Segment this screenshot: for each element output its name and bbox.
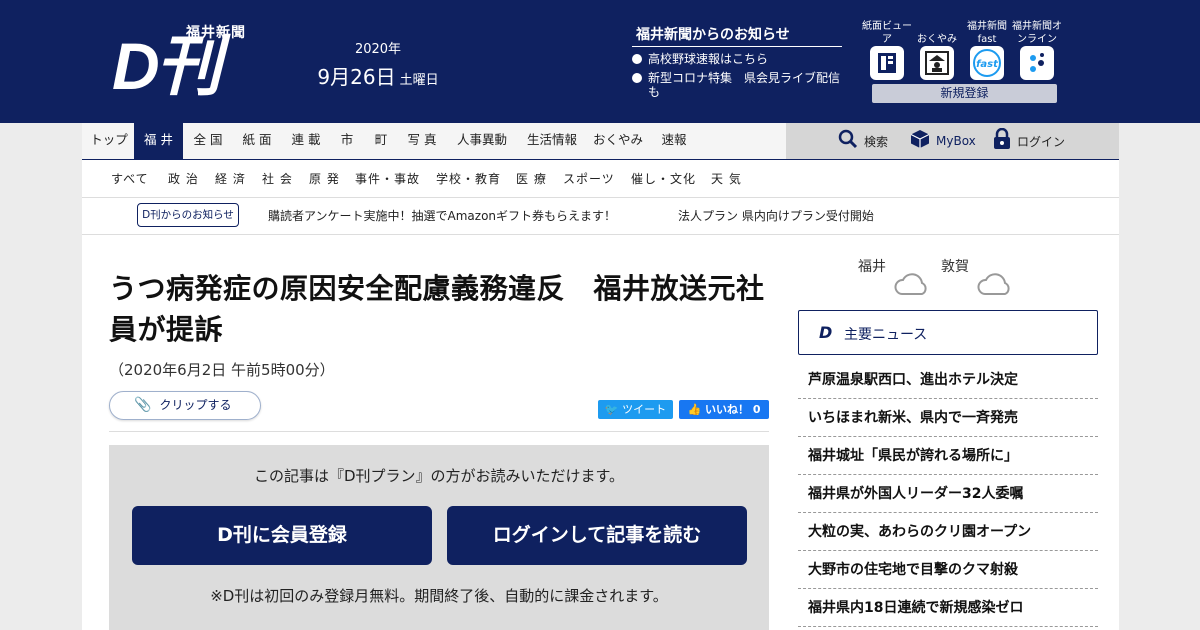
nav-item-obituary[interactable]: おくやみ [592,123,644,159]
news-item[interactable]: 大粒の実、あわらのクリ園オープン [798,513,1098,551]
search-icon [838,129,858,154]
app-fast[interactable]: 福井新聞fast fast [962,20,1012,80]
category-weather[interactable]: 天 気 [711,160,742,198]
nav-item-life[interactable]: 生活情報 [522,123,582,159]
top-news-list: 芦原温泉駅西口、進出ホテル決定 いちほまれ新米、県内で一斉発売 福井城址「県民が… [798,361,1098,627]
article-divider [109,431,769,432]
notice-list: 高校野球速報はこちら 新型コロナ特集 県会見ライブ配信も [632,52,842,99]
site-logo[interactable]: 福井新聞 D刊 [112,22,258,102]
svg-text:fast: fast [976,59,999,70]
mybox-button[interactable]: MyBox [910,123,976,159]
paywall-box: この記事は『D刊プラン』の方がお読みいただけます。 D刊に会員登録 ログインして… [109,445,769,630]
notice-panel: 福井新聞からのお知らせ 高校野球速報はこちら 新型コロナ特集 県会見ライブ配信も [632,24,842,104]
online-app-icon [1020,46,1054,80]
app-newspaper-viewer[interactable]: 紙面ビューア [862,20,912,80]
app-online[interactable]: 福井新聞オンライン [1012,20,1062,80]
newspaper-viewer-icon [870,46,904,80]
login-button[interactable]: ログイン [993,123,1065,159]
thumbs-up-icon: 👍 [687,403,702,416]
login-read-button[interactable]: ログインして記事を読む [447,506,747,565]
main-container: トップ 福 井 全 国 紙 面 連 載 市 町 写 真 人事異動 生活情報 おく… [82,123,1119,630]
nav-item-photo[interactable]: 写 真 [402,123,442,159]
info-bar: D刊からのお知らせ 購読者アンケート実施中！抽選でAmazonギフト券もらえます… [82,198,1119,235]
notice-link[interactable]: 新型コロナ特集 県会見ライブ配信も [632,71,842,99]
nav-item-national[interactable]: 全 国 [188,123,228,159]
paywall-note: ※D刊は初回のみ登録月無料。期間終了後、自動的に課金されます。 [210,587,668,605]
app-label: 紙面ビューア [862,21,912,45]
info-badge[interactable]: D刊からのお知らせ [137,203,239,227]
article-title: うつ病発症の原因安全配慮義務違反 福井放送元社員が提訴 [109,272,765,346]
notice-title: 福井新聞からのお知らせ [632,24,842,47]
article-date: （2020年6月2日 午前5時00分） [109,361,335,379]
clip-label: クリップする [159,398,232,412]
weather-widget[interactable]: 福井 敦賀 [858,256,1058,300]
category-culture[interactable]: 催し・文化 [631,160,696,198]
search-button[interactable]: 検索 [838,123,888,159]
news-item[interactable]: いちほまれ新米、県内で一斉発売 [798,399,1098,437]
like-button[interactable]: 👍 いいね！ 0 [679,400,769,419]
nav-item-city[interactable]: 市 [335,123,359,159]
search-label: 検索 [864,134,889,149]
weather-city: 福井 [858,259,886,275]
app-label: おくやみ [917,34,957,45]
category-society[interactable]: 社 会 [262,160,293,198]
tweet-label: ツイート [622,403,667,416]
nav-item-top[interactable]: トップ [88,123,130,159]
info-link-survey[interactable]: 購読者アンケート実施中！抽選でAmazonギフト券もらえます！ [268,198,616,234]
box-icon [910,129,930,154]
notice-link[interactable]: 高校野球速報はこちら [632,52,842,66]
paperclip-icon: 📎 [134,397,152,413]
cloud-icon [977,273,1010,295]
category-education[interactable]: 学校・教育 [436,160,501,198]
nav-item-fukui[interactable]: 福 井 [134,123,183,159]
category-all[interactable]: すべて [111,160,149,198]
nav-item-paper[interactable]: 紙 面 [237,123,277,159]
register-button[interactable]: 新規登録 [872,84,1057,103]
top-news-header: D 主要ニュース [798,310,1098,355]
clip-button[interactable]: 📎 クリップする [109,391,261,420]
top-news-title: 主要ニュース [844,327,928,343]
category-incident[interactable]: 事件・事故 [355,160,420,198]
date-year: 2020年 [354,42,402,57]
weather-city: 敦賀 [941,259,969,275]
news-item[interactable]: 大野市の住宅地で目撃のクマ射殺 [798,551,1098,589]
mybox-label: MyBox [936,134,976,148]
news-item[interactable]: 芦原温泉駅西口、進出ホテル決定 [798,361,1098,399]
category-politics[interactable]: 政 治 [168,160,199,198]
category-sports[interactable]: スポーツ [563,160,615,198]
date-day: 9月26日 [317,65,396,89]
date-weekday: 土曜日 [399,73,439,88]
nav-utilities: 検索 MyBox ログイン [786,123,1119,159]
paywall-message: この記事は『D刊プラン』の方がお読みいただけます。 [253,467,625,485]
app-label: 福井新聞オンライン [1012,21,1062,45]
current-date: 2020年 9月26日 土曜日 [308,38,448,90]
app-obituary[interactable]: おくやみ [912,20,962,80]
news-item[interactable]: 福井城址「県民が誇れる場所に」 [798,437,1098,475]
lock-icon [993,127,1011,155]
main-nav: トップ 福 井 全 国 紙 面 連 載 市 町 写 真 人事異動 生活情報 おく… [82,123,1119,160]
obituary-icon [920,46,954,80]
like-label: いいね！ 0 [705,403,761,416]
cloud-icon [894,273,927,295]
fast-app-icon: fast [970,46,1004,80]
site-header: 福井新聞 D刊 2020年 9月26日 土曜日 福井新聞からのお知らせ 高校野球速… [0,0,1200,123]
info-link-plan[interactable]: 法人プラン 県内向けプラン受付開始 [678,198,874,234]
app-label: 福井新聞fast [967,21,1007,45]
logo-wordmark: D刊 [112,29,222,103]
category-nav: すべて 政 治 経 済 社 会 原 発 事件・事故 学校・教育 医 療 スポーツ… [82,160,1119,198]
member-register-button[interactable]: D刊に会員登録 [132,506,432,565]
nav-item-series[interactable]: 連 載 [286,123,326,159]
news-item[interactable]: 福井県内18日連続で新規感染ゼロ [798,589,1098,627]
nav-item-breaking[interactable]: 速報 [656,123,692,159]
category-nuclear[interactable]: 原 発 [309,160,340,198]
news-item[interactable]: 福井県が外国人リーダー32人委嘱 [798,475,1098,513]
twitter-bird-icon: 🐦 [604,403,619,416]
d-logo-icon: D [819,323,833,342]
nav-item-personnel[interactable]: 人事異動 [452,123,512,159]
category-economy[interactable]: 経 済 [215,160,246,198]
login-label: ログイン [1017,134,1066,149]
category-medical[interactable]: 医 療 [516,160,547,198]
nav-item-town[interactable]: 町 [369,123,393,159]
tweet-button[interactable]: 🐦 ツイート [598,400,673,419]
